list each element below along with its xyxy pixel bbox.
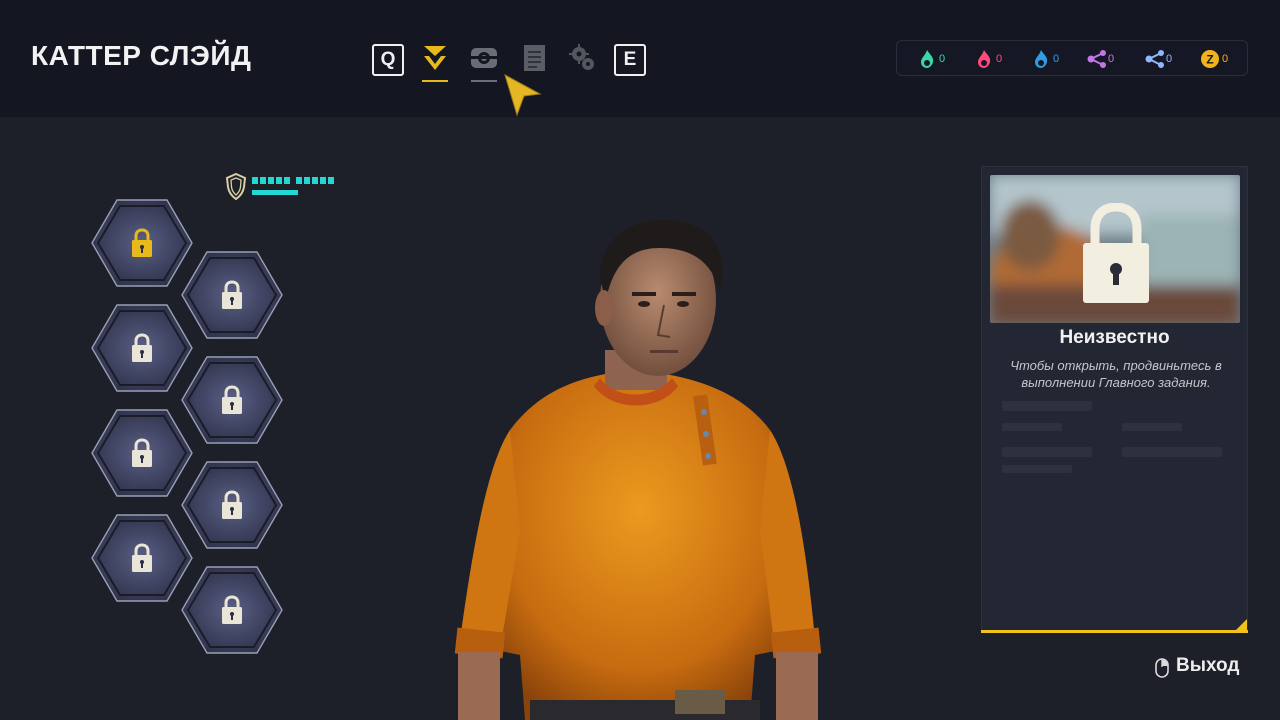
shield-icon: [225, 172, 247, 201]
lock-icon: [222, 490, 242, 519]
mouse-right-click-icon: [1155, 658, 1169, 678]
lock-icon: [222, 385, 242, 414]
purple-nodes-icon: [1087, 50, 1106, 68]
skill-slot[interactable]: [180, 460, 284, 550]
red-flame-icon: [978, 50, 991, 68]
coin-icon: Z: [1201, 50, 1219, 68]
document-icon: [524, 45, 545, 71]
card-placeholder-line: [1122, 423, 1182, 431]
card-artwork: [990, 175, 1240, 323]
card-accent-corner: [1235, 619, 1247, 631]
lock-icon: [132, 543, 152, 572]
tab-journal[interactable]: [520, 42, 550, 74]
skill-slot[interactable]: [90, 198, 194, 288]
armor-indicator: [225, 172, 334, 205]
card-placeholder-line: [1002, 423, 1062, 431]
skill-slot[interactable]: [90, 513, 194, 603]
resource-value: 0: [939, 53, 946, 65]
blue-flame-icon: [1035, 50, 1048, 68]
card-placeholder-line: [1122, 447, 1222, 457]
skill-slot[interactable]: [180, 565, 284, 655]
exit-label: Выход: [1176, 655, 1240, 676]
card-placeholder-line: [1002, 447, 1092, 457]
resource-value: 0: [1108, 53, 1115, 65]
tab-gear[interactable]: [469, 42, 499, 82]
prev-tab-key[interactable]: Q: [372, 44, 404, 76]
next-tab-key[interactable]: E: [614, 44, 646, 76]
card-title: Неизвестно: [1059, 327, 1170, 348]
resources-panel: 0 0 0 0 0 Z 0: [896, 40, 1248, 76]
tab-settings[interactable]: [568, 42, 598, 74]
tab-abilities[interactable]: [420, 42, 450, 82]
svg-text:Z: Z: [1206, 53, 1213, 67]
tab-underline: [471, 80, 497, 82]
blue-nodes-icon: [1145, 50, 1164, 68]
lock-icon: [132, 333, 152, 362]
lock-icon: [132, 228, 152, 257]
lock-icon: [222, 595, 242, 624]
armor-bar: [252, 190, 298, 195]
resource-value: 0: [1166, 53, 1173, 65]
card-accent-line: [981, 630, 1248, 633]
lock-icon: [222, 280, 242, 309]
gears-icon: [569, 44, 594, 70]
skill-slot[interactable]: [180, 250, 284, 340]
character-name: КАТТЕР СЛЭЙД: [31, 40, 252, 71]
card-placeholder-line: [1002, 465, 1072, 473]
character-model: [420, 200, 850, 720]
cursor-arrow-icon: [504, 73, 542, 117]
top-bar: КАТТЕР СЛЭЙД Q E 0 0 0 0 0 Z 0: [0, 0, 1280, 118]
chevron-rank-icon: [424, 46, 446, 70]
resource-value: 0: [1222, 53, 1229, 65]
skill-slot[interactable]: [90, 303, 194, 393]
gamepad-icon: [471, 48, 497, 68]
green-flame-icon: [921, 50, 934, 68]
lock-icon: [132, 438, 152, 467]
tab-active-underline: [422, 80, 448, 82]
skill-slot[interactable]: [90, 408, 194, 498]
resource-value: 0: [1053, 53, 1060, 65]
card-description: Чтобы открыть, продвиньтесь в выполнении…: [1010, 358, 1222, 390]
skill-slot[interactable]: [180, 355, 284, 445]
lock-icon: [1083, 203, 1149, 303]
info-card: Неизвестно Чтобы открыть, продвиньтесь в…: [981, 166, 1248, 633]
resource-value: 0: [996, 53, 1003, 65]
armor-segments: [252, 177, 334, 184]
card-placeholder-line: [1002, 401, 1092, 411]
